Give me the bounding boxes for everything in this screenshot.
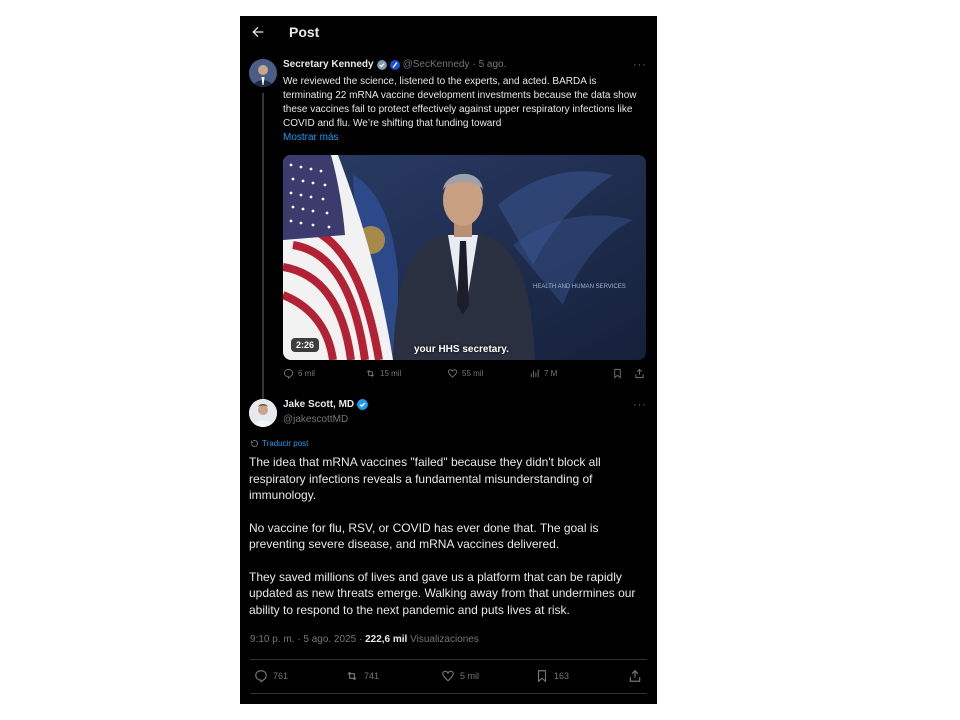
reply-icon <box>283 368 294 379</box>
avatar-kennedy[interactable] <box>249 59 277 87</box>
reply-button[interactable]: 6 mil <box>283 368 315 379</box>
reply-icon <box>255 670 267 683</box>
like-count: 5 mil <box>460 671 480 681</box>
tweet2-views-label: Visualizaciones <box>407 634 479 645</box>
reply-button[interactable]: 761 <box>254 669 288 683</box>
tweet2-views-count: 222,6 mil <box>365 634 408 645</box>
page-title: Post <box>289 24 320 40</box>
back-arrow-icon[interactable] <box>250 24 266 40</box>
bookmark-button[interactable]: 163 <box>535 669 569 683</box>
tweet1-text: We reviewed the science, listened to the… <box>283 76 637 129</box>
views-button[interactable]: 7 M <box>529 368 557 379</box>
tweet2-actions: 761 741 5 mil 163 <box>250 669 647 687</box>
tweet2-paragraph: The idea that mRNA vaccines "failed" bec… <box>249 455 601 502</box>
heart-icon <box>447 369 458 378</box>
video-caption: your HHS secretary. <box>414 344 509 355</box>
repost-button[interactable]: 15 mil <box>365 368 401 379</box>
tweet2-paragraph: They saved millions of lives and gave us… <box>249 569 636 617</box>
tweet1-more-icon[interactable]: ··· <box>633 59 647 71</box>
divider <box>250 659 647 660</box>
video-frame-image: HEALTH AND HUMAN SERVICES <box>283 155 646 360</box>
tweet2-metadata: 9:10 p. m. · 5 ago. 2025 · 222,6 mil Vis… <box>250 634 479 645</box>
repost-button[interactable]: 741 <box>345 669 379 683</box>
share-button[interactable] <box>634 368 645 379</box>
hhs-watermark: HEALTH AND HUMAN SERVICES <box>533 284 626 290</box>
government-flag-badge-icon <box>389 59 400 70</box>
tweet1-date[interactable]: · 5 ago. <box>472 59 506 70</box>
analytics-icon <box>530 369 539 378</box>
tweet1-meta: Secretary Kennedy @SecKennedy · 5 ago. <box>283 59 506 70</box>
reply-count: 6 mil <box>298 369 315 378</box>
translate-post-link[interactable]: Traducir post <box>250 439 308 448</box>
avatar-jake-scott[interactable] <box>249 399 277 427</box>
tweet1-author-name[interactable]: Secretary Kennedy <box>283 59 374 70</box>
like-button[interactable]: 5 mil <box>441 669 479 683</box>
verified-gray-badge-icon <box>376 59 387 70</box>
video-duration: 2:26 <box>291 338 320 352</box>
bookmark-button[interactable] <box>612 368 623 379</box>
tweet2-more-icon[interactable]: ··· <box>633 399 647 411</box>
bookmark-count: 163 <box>554 671 570 681</box>
repost-count: 15 mil <box>380 369 402 378</box>
repost-icon <box>366 370 375 377</box>
translate-label: Traducir post <box>262 439 309 448</box>
tweet2-handle[interactable]: @jakescottMD <box>283 414 348 425</box>
share-button[interactable] <box>628 669 642 683</box>
reply-count: 761 <box>273 671 289 681</box>
tweet2-text: The idea that mRNA vaccines "failed" bec… <box>249 454 651 634</box>
like-count: 55 mil <box>462 369 484 378</box>
share-icon <box>629 669 641 682</box>
bookmark-icon <box>614 368 621 379</box>
thread-line <box>262 93 264 400</box>
bookmark-icon <box>537 670 547 683</box>
views-count: 7 M <box>544 369 558 378</box>
tweet2-paragraph: No vaccine for flu, RSV, or COVID has ev… <box>249 520 599 552</box>
translate-icon <box>251 440 258 447</box>
tweet2-timestamp[interactable]: 9:10 p. m. · 5 ago. 2025 · <box>250 634 365 645</box>
tweet2-author-name[interactable]: Jake Scott, MD <box>283 399 354 410</box>
divider <box>250 693 647 694</box>
verified-blue-badge-icon <box>357 399 369 410</box>
repost-icon <box>347 671 357 681</box>
post-panel: Post Secretary Kennedy @SecKennedy · 5 a… <box>240 16 657 704</box>
video-player[interactable]: HEALTH AND HUMAN SERVICES 2:26 your HHS … <box>283 155 646 360</box>
show-more-link[interactable]: Mostrar más <box>283 132 339 143</box>
heart-icon <box>442 670 454 682</box>
like-button[interactable]: 55 mil <box>447 368 483 379</box>
header: Post <box>240 16 657 50</box>
repost-count: 741 <box>364 671 380 681</box>
tweet1-handle[interactable]: @SecKennedy <box>403 59 470 70</box>
tweet1-actions: 6 mil 15 mil 55 mil 7 M <box>283 368 648 384</box>
share-icon <box>635 368 644 379</box>
tweet2-author: Jake Scott, MD <box>283 399 369 410</box>
